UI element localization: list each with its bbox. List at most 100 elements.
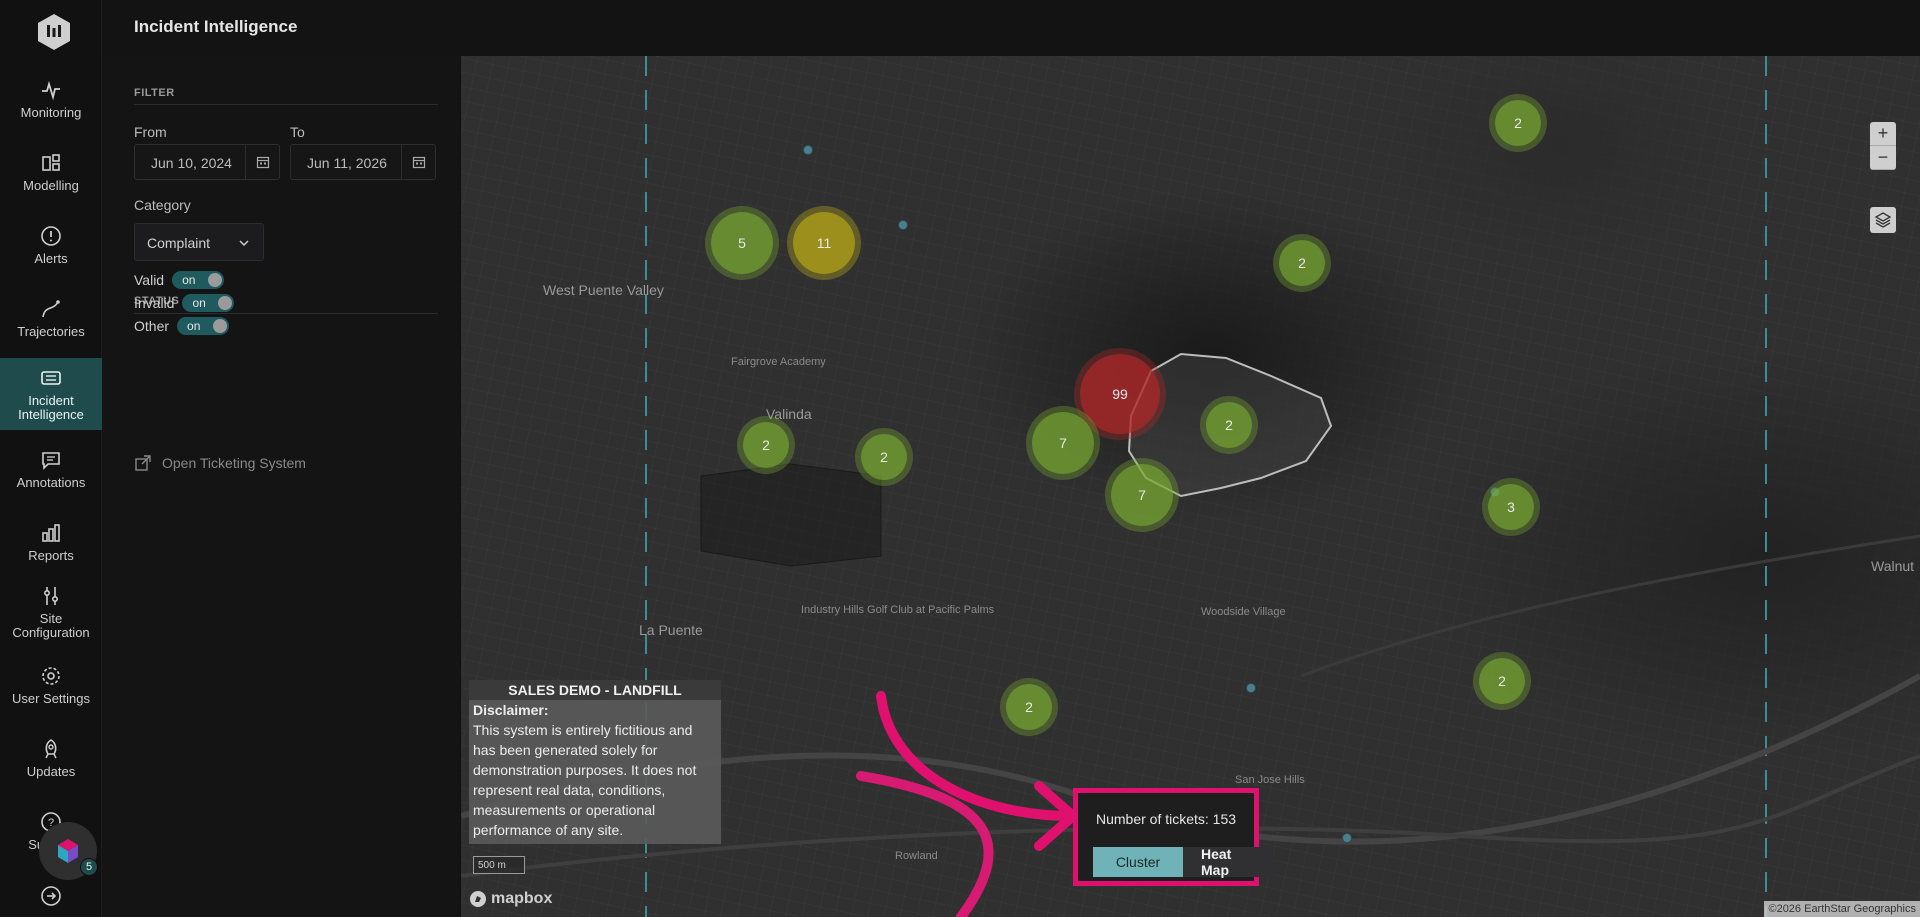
disclaimer-box: SALES DEMO - LANDFILL Disclaimer: This s… [469,680,721,844]
status-label: Valid [134,272,165,288]
zoom-in-button[interactable]: + [1870,122,1896,146]
nav-item-user-settings[interactable]: User Settings [0,656,102,720]
cluster-marker[interactable]: 2 [1279,240,1325,286]
nav-label: Site Configuration [12,611,90,640]
status-label: Invalid [134,295,175,311]
place-label: Walnut [1871,558,1915,574]
place-label: Rowland [895,850,938,862]
valid-toggle[interactable]: on [172,271,225,289]
toggle-text: on [187,319,201,333]
app: Monitoring Modelling Alerts Trajectories… [0,0,1920,917]
nav-label: Reports [28,548,74,563]
map-pin[interactable] [898,220,908,230]
category-select[interactable]: Complaint [134,223,264,261]
place-label: La Puente [639,622,703,638]
bar-chart-icon [42,524,60,542]
heatmap-view-button[interactable]: Heat Map [1183,846,1273,878]
status-label: Other [134,318,170,334]
cluster-marker[interactable]: 2 [1006,684,1052,730]
chevron-down-icon [239,240,249,247]
mapbox-icon [470,891,486,907]
cluster-marker[interactable]: 7 [1111,464,1173,526]
disclaimer-body: This system is entirely fictitious and h… [473,722,697,838]
layers-icon [1874,212,1892,228]
nav-label: Alerts [34,251,68,266]
cluster-marker[interactable]: 2 [861,434,907,480]
mapbox-logo[interactable]: mapbox [469,890,552,908]
mapbox-label: mapbox [491,890,553,907]
trajectory-icon [42,300,60,318]
pulse-icon [42,80,60,101]
zoom-control: + − [1870,122,1896,170]
disclaimer-heading: Disclaimer: [473,702,549,718]
place-label: Fairgrove Academy [731,356,826,368]
nav-item-alerts[interactable]: Alerts [0,216,102,280]
cluster-marker[interactable]: 7 [1032,412,1094,474]
to-date-value: Jun 11, 2026 [307,155,387,171]
nav-label: Incident Intelligence [18,393,84,422]
map-pin[interactable] [1342,833,1352,843]
invalid-toggle[interactable]: on [182,294,235,312]
from-date-field[interactable]: Jun 10, 2024 [134,144,280,180]
cluster-marker[interactable]: 99 [1080,354,1160,434]
nav-item-updates[interactable]: Updates [0,729,102,793]
nav-item-monitoring[interactable]: Monitoring [0,70,102,134]
place-label: West Puente Valley [543,282,664,298]
top-header: Incident Intelligence [102,0,1920,56]
nav-item-reports[interactable]: Reports [0,513,102,577]
toggle-knob [218,296,233,310]
category-label: Category [134,197,191,213]
external-link-icon [135,455,151,471]
from-label: From [134,124,167,140]
layers-button[interactable] [1870,207,1896,233]
map-pin[interactable] [1246,683,1256,693]
map-pin[interactable] [803,145,813,155]
cluster-marker[interactable]: 2 [1495,100,1541,146]
nav-item-annotations[interactable]: Annotations [0,440,102,504]
nav-item-incident-intelligence[interactable]: Incident Intelligence [0,358,102,430]
status-row-valid: Valid on [134,271,225,289]
cluster-marker[interactable]: 2 [1206,402,1252,448]
comment-icon [42,452,60,470]
nav-label: Annotations [16,475,86,490]
cluster-marker[interactable]: 2 [743,422,789,468]
alert-icon [41,226,61,246]
map-view[interactable]: West Puente Valley Valinda La Puente Woo… [461,56,1920,917]
to-label: To [290,124,305,140]
map-attribution[interactable]: ©2026 EarthStar Geographics [1764,901,1920,917]
cluster-marker[interactable]: 2 [1479,658,1525,704]
cluster-marker[interactable]: 11 [793,212,855,274]
place-label: Valinda [766,406,812,422]
open-ticketing-link[interactable]: Open Ticketing System [134,454,306,472]
status-row-invalid: Invalid on [134,294,235,312]
side-nav: Monitoring Modelling Alerts Trajectories… [0,0,107,917]
to-date-field[interactable]: Jun 11, 2026 [290,144,436,180]
calendar-icon[interactable] [245,145,279,179]
divider [134,313,438,314]
rocket-icon [45,739,57,759]
nav-item-modelling[interactable]: Modelling [0,143,102,207]
calendar-icon[interactable] [401,145,435,179]
cluster-view-button[interactable]: Cluster [1093,847,1183,877]
sliders-icon [44,587,59,605]
nav-item-logout[interactable] [0,876,102,917]
nav-label: Monitoring [20,105,82,120]
from-date-value: Jun 10, 2024 [151,155,232,171]
nav-label: Updates [26,764,76,779]
view-mode-toggle: Cluster Heat Map [1093,846,1273,878]
open-ticketing-label: Open Ticketing System [162,455,306,471]
cluster-marker[interactable]: 5 [711,212,773,274]
map-scale: 500 m [473,856,525,874]
divider [134,104,438,105]
nav-item-site-configuration[interactable]: Site Configuration [0,576,102,640]
nav-item-trajectories[interactable]: Trajectories [0,289,102,353]
other-toggle[interactable]: on [177,317,230,335]
app-logo-icon[interactable] [36,12,72,52]
disclaimer-title: SALES DEMO - LANDFILL [469,680,721,700]
zoom-out-button[interactable]: − [1870,146,1896,170]
filter-heading: FILTER [134,87,175,99]
cluster-marker[interactable]: 3 [1488,484,1534,530]
nav-label: User Settings [11,691,91,706]
ticket-count: Number of tickets: 153 [1095,811,1237,827]
toggle-knob [208,273,223,287]
